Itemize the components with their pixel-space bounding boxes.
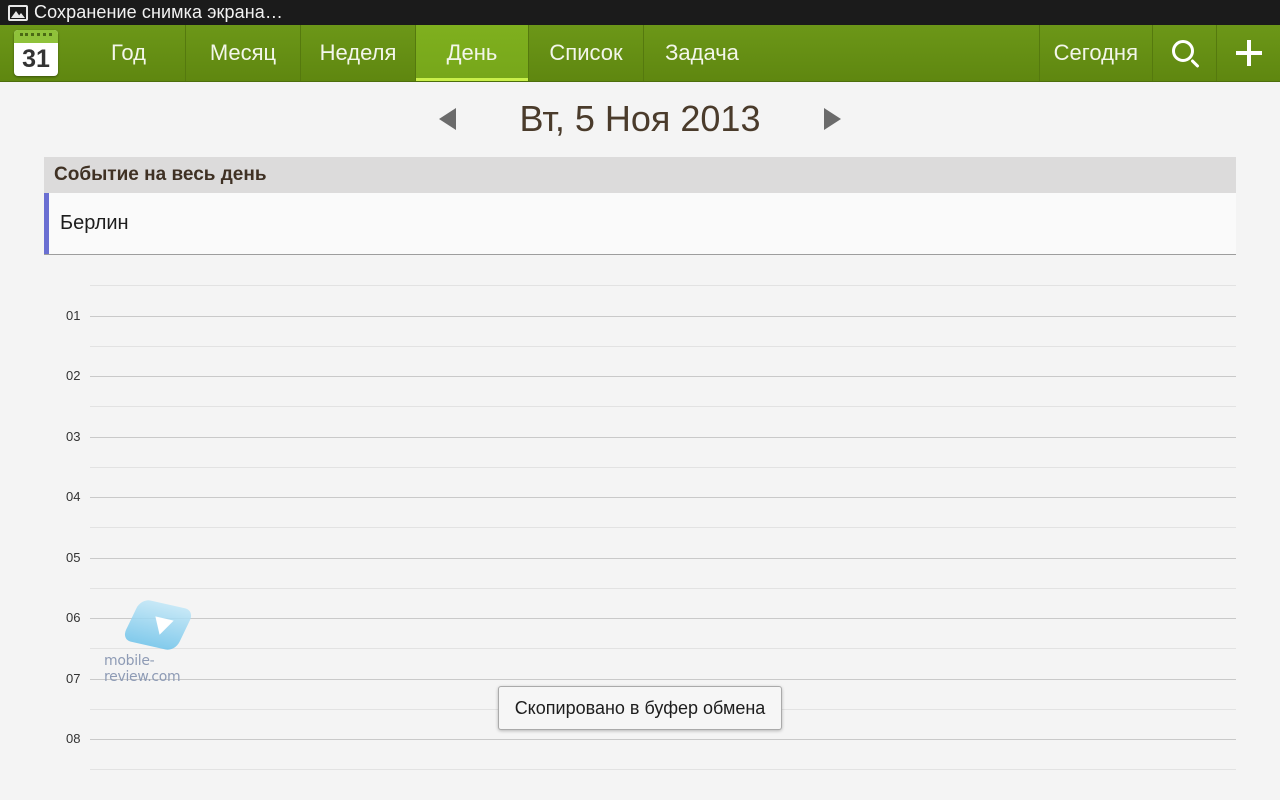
plus-icon — [1235, 40, 1262, 66]
today-button[interactable]: Сегодня — [1038, 25, 1152, 81]
hour-label: 07 — [66, 670, 81, 686]
hour-line — [90, 436, 1236, 438]
half-hour-line — [90, 769, 1236, 771]
half-hour-line — [90, 285, 1236, 287]
all-day-header-label: Событие на весь день — [54, 164, 267, 185]
half-hour-line — [90, 345, 1236, 347]
event-title: Берлин — [60, 212, 129, 234]
hour-label: 01 — [66, 307, 81, 323]
status-notification-text: Сохранение снимка экрана… — [34, 2, 283, 22]
half-hour-line — [90, 587, 1236, 589]
status-bar: Сохранение снимка экрана… — [0, 0, 1280, 25]
search-button[interactable] — [1152, 25, 1216, 81]
date-navigation: Вт, 5 Ноя 2013 — [0, 90, 1280, 150]
hour-label: 03 — [66, 428, 81, 444]
hour-line — [90, 678, 1236, 680]
toast-text: Скопировано в буфер обмена — [514, 697, 766, 718]
hour-label: 02 — [66, 368, 81, 383]
tab-label: Задача — [665, 40, 739, 65]
image-icon — [8, 4, 28, 21]
hour-line — [90, 739, 1236, 740]
tab-year[interactable]: Год — [72, 25, 186, 81]
tab-month[interactable]: Месяц — [186, 25, 301, 81]
previous-day-button[interactable] — [439, 108, 456, 130]
all-day-header: Событие на весь день — [44, 157, 1236, 193]
hour-label: 08 — [66, 731, 81, 746]
hour-line — [90, 315, 1236, 317]
toast-message: Скопировано в буфер обмена — [498, 686, 782, 730]
tab-label: Год — [110, 40, 147, 65]
tab-day[interactable]: День — [416, 25, 529, 81]
calendar-icon-day: 31 — [22, 45, 50, 73]
hour-label: 06 — [66, 610, 81, 625]
all-day-event[interactable]: Берлин — [44, 193, 1236, 255]
watermark-text: mobile-review.com — [104, 653, 181, 685]
add-event-button[interactable] — [1216, 25, 1280, 81]
next-day-button[interactable] — [824, 108, 841, 130]
search-icon — [1171, 40, 1194, 62]
half-hour-line — [90, 406, 1236, 408]
half-hour-line — [90, 648, 1236, 650]
calendar-icon: 31 — [14, 30, 58, 76]
event-color-bar — [44, 193, 49, 254]
hour-line — [90, 618, 1236, 619]
hour-line — [90, 376, 1236, 377]
hour-label: 05 — [66, 549, 81, 565]
watermark: mobile-review.com — [104, 598, 214, 685]
tab-label: Список — [549, 40, 623, 65]
app-icon-button[interactable]: 31 — [0, 25, 72, 81]
hour-label: 04 — [66, 489, 81, 504]
half-hour-line — [90, 527, 1236, 529]
action-bar: 31 Год Месяц Неделя День Список Задача С… — [0, 25, 1280, 82]
date-title: Вт, 5 Ноя 2013 — [519, 98, 761, 139]
half-hour-line — [90, 466, 1236, 468]
tab-task[interactable]: Задача — [644, 25, 760, 81]
hour-line — [90, 497, 1236, 498]
tab-week[interactable]: Неделя — [301, 25, 416, 81]
hour-line — [90, 557, 1236, 559]
today-label: Сегодня — [1053, 40, 1138, 65]
tab-label: Месяц — [209, 40, 277, 65]
tab-label: День — [446, 40, 498, 65]
tab-list[interactable]: Список — [529, 25, 644, 81]
tab-label: Неделя — [319, 40, 397, 65]
